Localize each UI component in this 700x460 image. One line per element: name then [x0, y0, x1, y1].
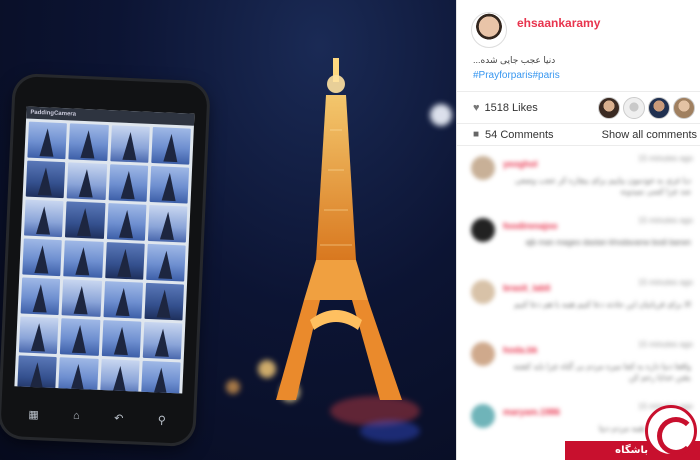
liker-avatar[interactable]: [648, 96, 670, 119]
liker-avatar[interactable]: [598, 96, 620, 119]
phone: PaddingCamera ▦ ⌂ ↶ ⚲: [0, 75, 208, 445]
show-all-comments-link[interactable]: Show all comments: [602, 129, 697, 141]
liker-avatar[interactable]: [623, 96, 645, 119]
grid-thumbnail: [65, 201, 105, 239]
grid-thumbnail: [109, 125, 150, 163]
comment-icon: ■: [473, 129, 480, 140]
grid-thumbnail: [108, 164, 148, 202]
comment-username[interactable]: yeoghol: [503, 159, 538, 169]
comment-avatar[interactable]: [471, 342, 495, 366]
comments-row: ■ 54 Comments Show all comments: [457, 124, 700, 146]
likes-count[interactable]: 1518 Likes: [485, 102, 538, 114]
phone-nav-bar: ▦ ⌂ ↶ ⚲: [11, 402, 184, 431]
grid-thumbnail: [27, 121, 68, 160]
grid-thumbnail: [101, 320, 142, 358]
comment-item: hoda.bk 15 minutes ago واقعا دنیا داره ب…: [457, 332, 700, 394]
comment-time: 15 minutes ago: [638, 216, 693, 225]
grid-thumbnail: [68, 123, 109, 162]
comment-username[interactable]: maryam.1986: [503, 407, 560, 417]
post-header: ehsaankaramy دنیا عجب جایی شده... #Prayf…: [457, 0, 700, 92]
comment-avatar[interactable]: [471, 280, 495, 304]
home-icon: ⌂: [72, 409, 81, 423]
grid-thumbnail: [60, 318, 100, 356]
grid-thumbnail: [147, 204, 188, 243]
grid-thumbnail: [144, 282, 185, 321]
likes-row: ♥ 1518 Likes: [457, 92, 700, 124]
comment-time: 15 minutes ago: [638, 154, 693, 163]
grid-thumbnail: [63, 240, 104, 278]
grid-thumbnail: [104, 242, 145, 280]
grid-thumbnail: [99, 358, 140, 394]
grid-thumbnail: [106, 203, 147, 241]
comment-username[interactable]: hoda.bk: [503, 345, 538, 355]
liker-avatars: [598, 96, 695, 119]
grid-thumbnail: [23, 199, 64, 238]
phone-screen: PaddingCamera: [14, 106, 195, 394]
comment-text: ajb man mageo dastan khodavanw bodi barw…: [525, 238, 691, 247]
grid-thumbnail: [58, 357, 99, 394]
comment-time: 15 minutes ago: [638, 340, 693, 349]
grid-thumbnail: [17, 355, 57, 394]
comment-text: دیا غزی به خودمون بیاییم برای بیچاره کر …: [514, 176, 691, 196]
comment-time: 15 minutes ago: [638, 278, 693, 287]
post-photo[interactable]: PaddingCamera ▦ ⌂ ↶ ⚲: [0, 0, 456, 460]
grid-thumbnail: [145, 243, 186, 282]
search-icon: ⚲: [157, 414, 167, 427]
grid-thumbnail: [22, 238, 63, 277]
comments-count: 54 Comments: [485, 128, 554, 141]
comment-text: واقعا دنیا داره به کجا میره مردم بی گناه…: [513, 362, 691, 382]
comment-avatar[interactable]: [471, 218, 495, 242]
comment-text: الا برای قربانیان این حادثه دعا کنیم همه…: [513, 300, 691, 309]
hashtags-link[interactable]: #Prayforparis#paris: [473, 70, 560, 81]
comment-username[interactable]: brasit_labli: [503, 283, 551, 293]
grid-icon: ▦: [28, 408, 40, 421]
comment-item: brasit_labli 15 minutes ago الا برای قرب…: [457, 270, 700, 332]
comment-item: foodirenajoo 15 minutes ago ajb man mage…: [457, 208, 700, 270]
username-link[interactable]: ehsaankaramy: [517, 16, 600, 30]
grid-thumbnail: [20, 277, 61, 316]
comment-avatar[interactable]: [471, 404, 495, 428]
grid-thumbnail: [103, 281, 143, 319]
grid-thumbnail: [142, 321, 183, 360]
comment-avatar[interactable]: [471, 156, 495, 180]
back-icon: ↶: [113, 412, 124, 425]
grid-thumbnail: [151, 126, 191, 165]
grid-thumbnail: [18, 316, 59, 355]
liker-avatar[interactable]: [673, 96, 695, 119]
post-sidebar: ehsaankaramy دنیا عجب جایی شده... #Prayf…: [456, 0, 700, 460]
heart-icon[interactable]: ♥: [473, 102, 480, 114]
grid-thumbnail: [25, 160, 66, 199]
post-caption: دنیا عجب جایی شده...: [473, 55, 556, 65]
grid-thumbnail: [61, 279, 102, 317]
comment-item: yeoghol 15 minutes ago دیا غزی به خودمون…: [457, 146, 700, 208]
avatar[interactable]: [471, 12, 507, 48]
grid-thumbnail: [149, 165, 190, 204]
comment-username[interactable]: foodirenajoo: [503, 221, 558, 231]
phone-photo-grid: [14, 118, 194, 394]
watermark-logo: [645, 405, 697, 457]
grid-thumbnail: [140, 360, 181, 394]
grid-thumbnail: [66, 162, 107, 200]
